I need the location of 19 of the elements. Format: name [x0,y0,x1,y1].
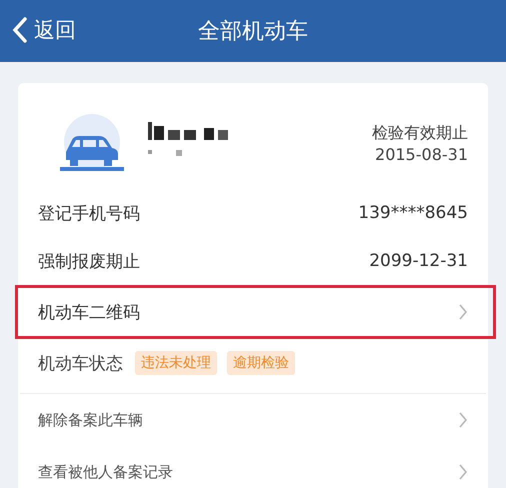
back-button[interactable]: 返回 [8,14,80,46]
row-value: 2099-12-31 [369,251,468,271]
status-tag: 违法未处理 [135,351,217,375]
chevron-icon [458,303,468,321]
row-value: 139****8645 [358,203,468,223]
list-item[interactable]: 解除备案此车辆 [18,394,488,446]
page-title: 全部机动车 [198,18,308,46]
inspection-label: 检验有效期止 [372,122,468,144]
row-label: 强制报废期止 [38,250,140,272]
row-label: 机动车二维码 [38,302,140,324]
chevron-icon [458,463,468,481]
status-tag: 逾期检验 [227,351,295,375]
row-label: 机动车状态 [38,352,123,374]
chevron-icon [458,411,468,429]
row-label: 登记手机号码 [38,202,140,224]
list-item[interactable]: 查看被他人备案记录 [18,446,488,488]
inspection-date: 2015-08-31 [374,144,468,166]
back-icon [12,17,28,43]
list-item[interactable]: 机动车二维码 [38,300,468,324]
